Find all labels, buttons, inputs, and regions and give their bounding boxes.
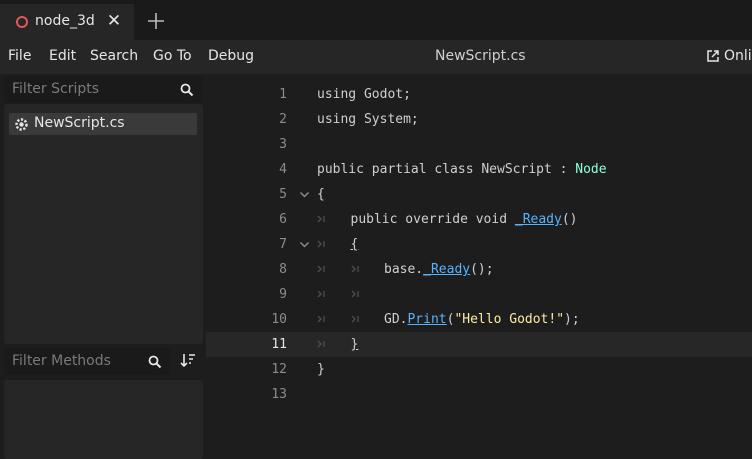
code-line[interactable]: 5{ bbox=[206, 182, 752, 207]
script-title: NewScript.cs bbox=[435, 48, 526, 64]
tab-marker-icon bbox=[351, 265, 359, 273]
scene-tab-label: node_3d bbox=[35, 13, 95, 29]
code-token-pre: public override void bbox=[350, 212, 515, 227]
filter-methods-placeholder: Filter Methods bbox=[12, 353, 111, 369]
code-line[interactable]: 4 public partial class NewScript : Node bbox=[206, 157, 752, 182]
code-token-pre: base. bbox=[384, 262, 424, 277]
code-line[interactable]: 13 bbox=[206, 382, 752, 407]
code-token-str: "Hello Godot!" bbox=[454, 312, 565, 327]
code-token-plain: } bbox=[317, 362, 325, 377]
filter-scripts-input[interactable]: Filter Scripts bbox=[4, 76, 203, 103]
tab-marker-icon bbox=[317, 315, 325, 323]
filter-scripts-placeholder: Filter Scripts bbox=[12, 81, 100, 97]
tab-marker-icon bbox=[317, 240, 325, 248]
line-number: 10 bbox=[271, 312, 287, 327]
tab-marker-icon bbox=[351, 315, 359, 323]
code-token-func: _Ready bbox=[423, 262, 471, 277]
code-line[interactable]: 12} bbox=[206, 357, 752, 382]
close-tab-icon[interactable]: ✕ bbox=[105, 12, 123, 30]
code-token-func: _Ready bbox=[514, 212, 562, 227]
code-text: using System; bbox=[317, 112, 419, 127]
online-docs-label: Onli bbox=[724, 48, 752, 64]
line-number: 13 bbox=[271, 387, 287, 402]
code-text: public partial class NewScript : Node bbox=[317, 162, 607, 177]
scene-tab[interactable]: node_3d ✕ bbox=[0, 4, 134, 40]
methods-list bbox=[4, 380, 203, 459]
code-text: { bbox=[351, 237, 359, 252]
tab-marker-icon bbox=[317, 340, 325, 348]
menu-edit[interactable]: Edit bbox=[49, 48, 76, 64]
code-text: public override void _Ready() bbox=[351, 212, 578, 227]
line-number: 3 bbox=[279, 137, 287, 152]
code-token-func: Print bbox=[407, 312, 447, 327]
menu-search[interactable]: Search bbox=[90, 48, 138, 64]
code-line[interactable]: 3 bbox=[206, 132, 752, 157]
menu-file[interactable]: File bbox=[8, 48, 31, 64]
sort-icon[interactable] bbox=[180, 352, 196, 368]
code-line[interactable]: 7{ bbox=[206, 232, 752, 257]
line-number: 1 bbox=[279, 87, 287, 102]
line-number: 6 bbox=[279, 212, 287, 227]
code-editor[interactable]: 1 using Godot; 2 using System; 3 4 public part… bbox=[206, 74, 752, 459]
code-line[interactable]: 9 bbox=[206, 282, 752, 307]
code-token-post: () bbox=[561, 212, 578, 227]
line-number: 11 bbox=[271, 337, 287, 352]
code-text: } bbox=[351, 337, 359, 352]
code-line[interactable]: 10 GD.Print("Hello Godot!"); bbox=[206, 307, 752, 332]
code-token-plain: using Godot; bbox=[317, 87, 411, 102]
tab-marker-icon bbox=[317, 215, 325, 223]
code-line[interactable]: 6 public override void _Ready() bbox=[206, 207, 752, 232]
filter-methods-input[interactable]: Filter Methods bbox=[4, 348, 171, 375]
online-docs-link[interactable]: Onli bbox=[706, 48, 752, 64]
external-link-icon bbox=[707, 50, 719, 62]
code-text: using Godot; bbox=[317, 87, 411, 102]
code-line[interactable]: 11} bbox=[206, 332, 752, 357]
code-token-type: Node bbox=[575, 162, 607, 177]
line-number: 7 bbox=[279, 237, 287, 252]
line-number: 12 bbox=[271, 362, 287, 377]
search-icon bbox=[180, 83, 194, 97]
menu-go-to[interactable]: Go To bbox=[153, 48, 192, 64]
code-token-plain: { bbox=[350, 237, 359, 252]
code-line[interactable]: 2 using System; bbox=[206, 107, 752, 132]
line-number: 2 bbox=[279, 112, 287, 127]
code-text: } bbox=[317, 362, 325, 377]
code-text: { bbox=[317, 187, 325, 202]
code-token-pre: public partial class NewScript : bbox=[317, 162, 576, 177]
code-token-post: ); bbox=[564, 312, 580, 327]
code-line[interactable]: 8 base._Ready(); bbox=[206, 257, 752, 282]
tab-marker-icon bbox=[351, 290, 359, 298]
menu-debug[interactable]: Debug bbox=[208, 48, 254, 64]
unsaved-indicator-icon bbox=[16, 16, 28, 28]
fold-arrow-icon[interactable] bbox=[299, 189, 310, 200]
script-list-item[interactable]: NewScript.cs bbox=[9, 113, 197, 135]
tab-marker-icon bbox=[317, 290, 325, 298]
scene-tab-bar: node_3d ✕ bbox=[0, 0, 752, 40]
search-icon bbox=[148, 355, 162, 369]
line-number: 9 bbox=[279, 287, 287, 302]
code-token-post: (); bbox=[470, 262, 494, 277]
line-number: 5 bbox=[279, 187, 287, 202]
code-token-plain: } bbox=[350, 337, 359, 352]
code-text: GD.Print("Hello Godot!"); bbox=[384, 312, 580, 327]
line-number: 8 bbox=[279, 262, 287, 277]
tab-marker-icon bbox=[317, 265, 325, 273]
script-menu-bar: File Edit Search Go To Debug NewScript.c… bbox=[0, 40, 752, 74]
code-text: base._Ready(); bbox=[384, 262, 494, 277]
line-number: 4 bbox=[279, 162, 287, 177]
code-token-plain: { bbox=[317, 187, 325, 202]
script-sidebar: Filter Scripts NewScript.cs Filter Metho… bbox=[0, 74, 206, 459]
code-token-plain: using System; bbox=[317, 112, 419, 127]
code-token-pre: GD. bbox=[384, 312, 408, 327]
script-list-item-label: NewScript.cs bbox=[34, 115, 125, 131]
script-list: NewScript.cs bbox=[4, 104, 203, 344]
code-line[interactable]: 1 using Godot; bbox=[206, 82, 752, 107]
csharp-script-icon bbox=[15, 118, 28, 131]
add-tab-icon[interactable] bbox=[146, 11, 166, 31]
fold-arrow-icon[interactable] bbox=[299, 239, 310, 250]
